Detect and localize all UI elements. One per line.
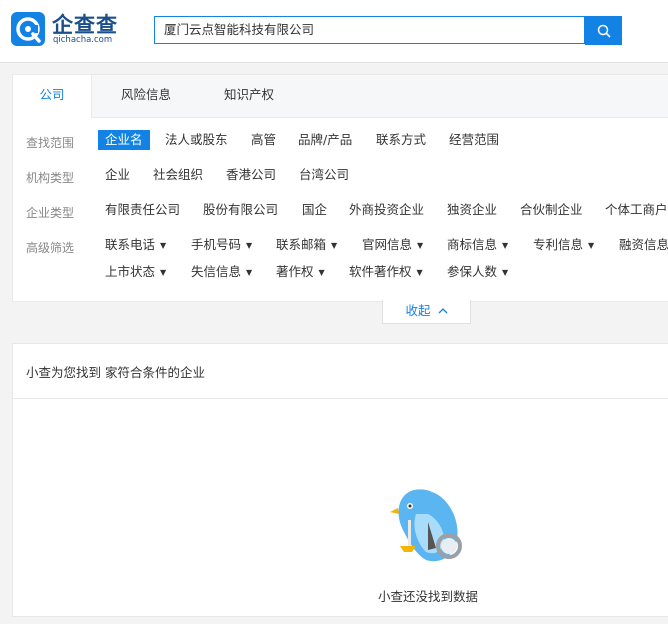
- filter-row-company-type: 企业类型 有限责任公司 股份有限公司 国企 外商投资企业 独资企业 合伙制企业 …: [13, 200, 668, 224]
- results-panel: 小查为您找到 家符合条件的企业 小查还没找到数据: [12, 343, 668, 617]
- type-option-sole[interactable]: 独资企业: [440, 200, 504, 220]
- adv-dropdown-label: 参保人数: [447, 264, 498, 279]
- adv-dropdown-financing[interactable]: 融资信息: [612, 235, 668, 255]
- logo-mark-icon: [11, 12, 45, 46]
- chevron-up-icon: [438, 308, 447, 314]
- type-option-state-owned[interactable]: 国企: [295, 200, 334, 220]
- adv-dropdown-phone[interactable]: 联系电话 ▼: [98, 235, 173, 255]
- caret-down-icon: ▼: [160, 241, 167, 250]
- adv-dropdown-label: 软件著作权: [349, 264, 412, 279]
- caret-down-icon: ▼: [502, 241, 509, 250]
- caret-down-icon: ▼: [246, 241, 253, 250]
- collapse-filters-button[interactable]: 收起: [382, 300, 471, 324]
- filter-label-company-type: 企业类型: [26, 206, 75, 220]
- scope-option-brand[interactable]: 品牌/产品: [291, 130, 359, 150]
- tab-risk-info[interactable]: 风险信息: [108, 75, 184, 117]
- caret-down-icon: ▼: [417, 241, 424, 250]
- caret-down-icon: ▼: [318, 268, 325, 277]
- type-option-individual[interactable]: 个体工商户: [598, 200, 668, 220]
- adv-dropdown-insured[interactable]: 参保人数 ▼: [440, 262, 515, 282]
- scope-option-name[interactable]: 企业名: [98, 130, 150, 150]
- collapse-label: 收起: [405, 303, 431, 318]
- org-option-hongkong[interactable]: 香港公司: [219, 165, 283, 185]
- adv-dropdown-software-copyright[interactable]: 软件著作权 ▼: [342, 262, 430, 282]
- type-option-partnership[interactable]: 合伙制企业: [513, 200, 590, 220]
- caret-down-icon: ▼: [416, 268, 423, 277]
- adv-dropdown-label: 融资信息: [619, 237, 668, 252]
- filter-row-advanced-2: 上市状态 ▼ 失信信息 ▼ 著作权 ▼ 软件著作权 ▼ 参保人数 ▼: [13, 262, 668, 286]
- adv-dropdown-label: 联系电话: [105, 237, 156, 252]
- tab-company[interactable]: 公司: [13, 75, 92, 118]
- adv-dropdown-copyright[interactable]: 著作权 ▼: [269, 262, 332, 282]
- site-logo[interactable]: 企查查 qichacha.com: [11, 12, 117, 48]
- type-option-llc[interactable]: 有限责任公司: [98, 200, 187, 220]
- org-option-enterprise[interactable]: 企业: [98, 165, 137, 185]
- adv-dropdown-label: 商标信息: [447, 237, 498, 252]
- search-input[interactable]: 厦门云点智能科技有限公司: [154, 16, 585, 44]
- adv-dropdown-website[interactable]: 官网信息 ▼: [355, 235, 430, 255]
- adv-dropdown-label: 失信信息: [191, 264, 242, 279]
- scope-option-contact[interactable]: 联系方式: [369, 130, 433, 150]
- filter-label-advanced: 高级筛选: [26, 241, 75, 255]
- top-header: 企查查 qichacha.com 厦门云点智能科技有限公司: [0, 0, 668, 63]
- scope-option-business-scope[interactable]: 经营范围: [442, 130, 506, 150]
- filter-row-scope: 查找范围 企业名 法人或股东 高管 品牌/产品 联系方式 经营范围: [13, 130, 668, 154]
- caret-down-icon: ▼: [160, 268, 167, 277]
- empty-state-mascot-icon: [390, 489, 462, 562]
- filter-panel: 公司 风险信息 知识产权 查找范围 企业名 法人或股东 高管 品牌/产品 联系方…: [12, 74, 668, 302]
- adv-dropdown-mobile[interactable]: 手机号码 ▼: [184, 235, 259, 255]
- caret-down-icon: ▼: [502, 268, 509, 277]
- filter-label-scope: 查找范围: [26, 136, 75, 150]
- org-option-taiwan[interactable]: 台湾公司: [292, 165, 356, 185]
- results-header: 小查为您找到 家符合条件的企业: [13, 344, 668, 399]
- logo-subtext: qichacha.com: [53, 35, 113, 45]
- type-option-joint-stock[interactable]: 股份有限公司: [196, 200, 285, 220]
- search-tabs: 公司 风险信息 知识产权: [13, 75, 668, 118]
- filter-row-org-type: 机构类型 企业 社会组织 香港公司 台湾公司: [13, 165, 668, 189]
- search-button[interactable]: [585, 16, 622, 45]
- adv-dropdown-patent[interactable]: 专利信息 ▼: [526, 235, 601, 255]
- scope-option-legal-rep[interactable]: 法人或股东: [158, 130, 235, 150]
- adv-dropdown-label: 著作权: [276, 264, 314, 279]
- adv-dropdown-label: 联系邮箱: [276, 237, 327, 252]
- filter-row-advanced: 高级筛选 联系电话 ▼ 手机号码 ▼ 联系邮箱 ▼ 官网信息 ▼ 商标信息 ▼ 专利信息 ▼…: [13, 235, 668, 259]
- caret-down-icon: ▼: [331, 241, 338, 250]
- adv-dropdown-listing[interactable]: 上市状态 ▼: [98, 262, 173, 282]
- adv-dropdown-dishonest[interactable]: 失信信息 ▼: [184, 262, 259, 282]
- org-option-social[interactable]: 社会组织: [146, 165, 210, 185]
- scope-option-executive[interactable]: 高管: [244, 130, 283, 150]
- caret-down-icon: ▼: [588, 241, 595, 250]
- adv-dropdown-email[interactable]: 联系邮箱 ▼: [269, 235, 344, 255]
- empty-state-text: 小查还没找到数据: [377, 589, 478, 604]
- search-icon: [597, 24, 610, 37]
- tab-ip[interactable]: 知识产权: [211, 75, 287, 117]
- caret-down-icon: ▼: [246, 268, 253, 277]
- adv-dropdown-label: 专利信息: [533, 237, 584, 252]
- adv-dropdown-label: 上市状态: [105, 264, 156, 279]
- adv-dropdown-trademark[interactable]: 商标信息 ▼: [440, 235, 515, 255]
- type-option-foreign[interactable]: 外商投资企业: [342, 200, 431, 220]
- adv-dropdown-label: 官网信息: [362, 237, 413, 252]
- filter-label-org-type: 机构类型: [26, 171, 75, 185]
- adv-dropdown-label: 手机号码: [191, 237, 242, 252]
- results-summary: 小查为您找到 家符合条件的企业: [26, 365, 205, 380]
